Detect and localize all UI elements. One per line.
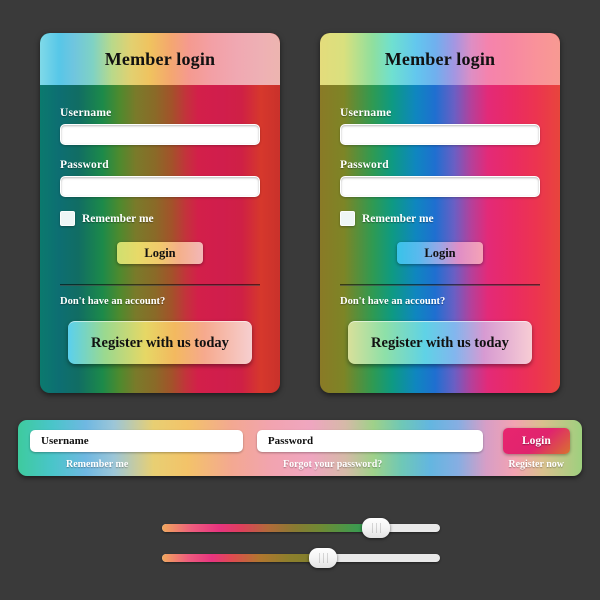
slider-track[interactable] — [162, 524, 440, 532]
grip-line-icon — [375, 523, 377, 533]
password-label: Password — [340, 159, 389, 171]
login-button[interactable]: Login — [502, 428, 570, 454]
divider — [340, 284, 540, 286]
remember-me-row[interactable]: Remember me — [340, 211, 540, 226]
card-body: Username Password Remember me Login Don'… — [320, 85, 560, 393]
divider — [60, 284, 260, 286]
register-now-link[interactable]: Register now — [508, 459, 564, 470]
grip-line-icon — [379, 523, 381, 533]
username-input-value: Username — [41, 435, 89, 447]
card-header: Member login — [320, 33, 560, 85]
page-title: Member login — [384, 48, 496, 69]
remember-me-link[interactable]: Remember me — [66, 459, 128, 470]
page-title: Member login — [104, 48, 216, 69]
remember-me-checkbox[interactable] — [340, 211, 355, 226]
card-body: Username Password Remember me Login Don'… — [40, 85, 280, 393]
username-label: Username — [340, 107, 392, 119]
password-label: Password — [60, 159, 109, 171]
slider-fill — [162, 554, 329, 562]
username-input[interactable]: Username — [30, 430, 243, 452]
horizontal-login-bar: Username Password Login Remember me Forg… — [18, 420, 582, 476]
card-header: Member login — [40, 33, 280, 85]
horizontal-bar-inner: Username Password Login Remember me Forg… — [18, 420, 582, 476]
password-input-value: Password — [267, 435, 314, 447]
grip-line-icon — [318, 553, 320, 563]
remember-me-checkbox[interactable] — [60, 211, 75, 226]
no-account-text: Don't have an account? — [60, 296, 166, 307]
member-login-card-1: Member login Username Password Remember … — [40, 33, 280, 393]
register-button[interactable]: Register with us today — [348, 321, 532, 364]
remember-me-label: Remember me — [362, 212, 434, 225]
login-button[interactable]: Login — [397, 242, 483, 264]
grip-line-icon — [322, 553, 324, 563]
forgot-password-link[interactable]: Forgot your password? — [283, 459, 382, 470]
grip-line-icon — [326, 553, 328, 563]
no-account-text: Don't have an account? — [340, 296, 446, 307]
slider-handle[interactable] — [309, 548, 338, 568]
gradient-slider-1[interactable] — [162, 518, 440, 538]
username-label: Username — [60, 107, 112, 119]
slider-track[interactable] — [162, 554, 440, 562]
remember-me-label: Remember me — [82, 212, 154, 225]
slider-handle[interactable] — [362, 518, 391, 538]
gradient-slider-2[interactable] — [162, 548, 440, 568]
username-input[interactable] — [60, 124, 260, 145]
horizontal-bar-row: Username Password Login — [30, 428, 570, 454]
member-login-card-2: Member login Username Password Remember … — [320, 33, 560, 393]
password-input[interactable] — [340, 176, 540, 197]
password-input[interactable]: Password — [256, 430, 483, 452]
slider-fill — [162, 524, 382, 532]
username-input[interactable] — [340, 124, 540, 145]
grip-line-icon — [371, 523, 373, 533]
remember-me-row[interactable]: Remember me — [60, 211, 260, 226]
login-button[interactable]: Login — [117, 242, 203, 264]
password-input[interactable] — [60, 176, 260, 197]
register-button[interactable]: Register with us today — [68, 321, 252, 364]
